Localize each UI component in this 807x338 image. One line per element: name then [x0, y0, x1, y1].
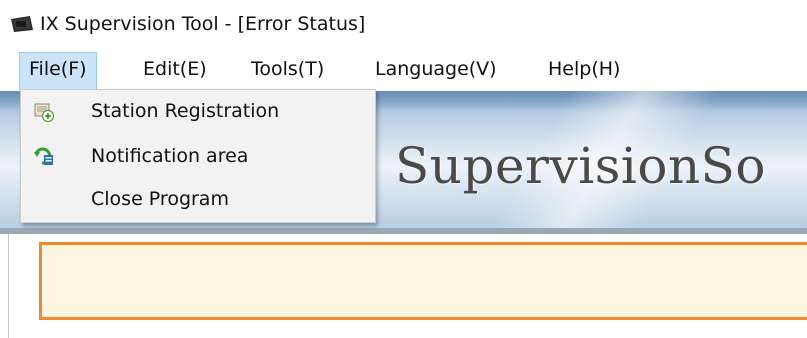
- station-registration-icon: [34, 103, 55, 123]
- banner-logo-text: SupervisionSo: [395, 137, 767, 195]
- menu-edit[interactable]: Edit(E): [143, 58, 207, 80]
- title-bar: IX Supervision Tool - [Error Status]: [0, 0, 807, 48]
- error-status-panel: [39, 242, 807, 320]
- notification-area-icon: [34, 147, 53, 165]
- menu-language[interactable]: Language(V): [375, 58, 497, 80]
- window-title: IX Supervision Tool - [Error Status]: [40, 13, 366, 35]
- menu-item-label: Close Program: [91, 188, 229, 210]
- content-area: [8, 234, 807, 338]
- menu-file[interactable]: File(F): [19, 52, 97, 90]
- menu-item-label: Station Registration: [91, 100, 280, 122]
- menu-item-label: Notification area: [91, 145, 249, 167]
- menu-item-notification-area[interactable]: Notification area: [21, 137, 375, 177]
- menu-help[interactable]: Help(H): [548, 58, 620, 80]
- menu-item-close-program[interactable]: Close Program: [21, 180, 375, 220]
- menu-tools[interactable]: Tools(T): [251, 58, 324, 80]
- menu-bar: File(F) Edit(E) Tools(T) Language(V) Hel…: [0, 48, 807, 91]
- file-menu-dropdown: Station Registration Notification area C…: [20, 89, 376, 223]
- menu-item-station-registration[interactable]: Station Registration: [21, 92, 375, 132]
- app-window: IX Supervision Tool - [Error Status] Fil…: [0, 0, 807, 338]
- app-icon: [11, 16, 33, 32]
